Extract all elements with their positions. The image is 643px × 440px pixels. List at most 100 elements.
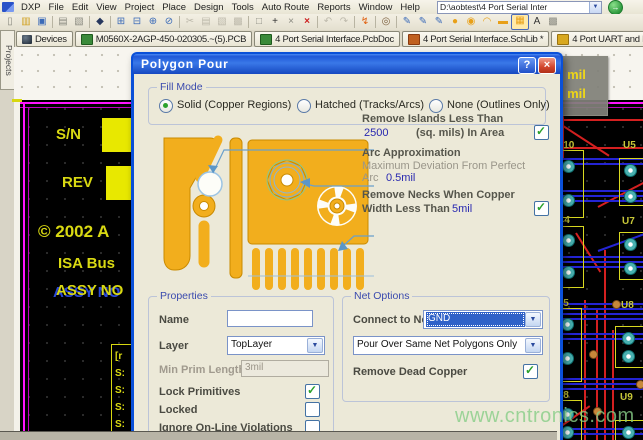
zoom-selection-icon[interactable]: ⊕ (145, 15, 161, 29)
radio-hatched-label: Hatched (Tracks/Arcs) (315, 99, 424, 111)
arc-deviation-value[interactable]: 0.5mil (386, 172, 415, 184)
menu-dxp[interactable]: DXP (17, 2, 45, 13)
paste-array-icon[interactable]: ▩ (230, 15, 246, 29)
tab-uart-drivers[interactable]: 4 Port UART and Line Drivers. (551, 31, 643, 47)
route-multiple-icon[interactable]: ✎ (431, 15, 447, 29)
radio-none[interactable] (429, 99, 443, 113)
place-pad-icon[interactable]: ● (447, 15, 463, 29)
connect-to-net-value: GND (426, 312, 525, 327)
pad (562, 160, 575, 173)
menu-help[interactable]: Help (396, 2, 424, 13)
pad (562, 194, 575, 207)
menu-tools[interactable]: Tools (228, 2, 258, 13)
document-path-value: D:\aobtest\4 Port Serial Inter (440, 2, 589, 12)
redo-icon[interactable]: ↷ (336, 15, 352, 29)
chevron-down-icon[interactable]: ▼ (307, 338, 323, 353)
place-via-icon[interactable]: ◉ (463, 15, 479, 29)
tab-pcb-document[interactable]: M0560X-2AGP-450-020305.~(5).PCB (75, 31, 252, 47)
tab-serial-pcbdoc[interactable]: 4 Port Serial Interface.PcbDoc (254, 31, 400, 47)
fit-area-icon[interactable]: ⊟ (129, 15, 145, 29)
remove-necks-value[interactable]: 5mil (452, 203, 472, 215)
route-differential-icon[interactable]: ✎ (415, 15, 431, 29)
trace-blue (557, 383, 643, 385)
tab-devices[interactable]: Devices (16, 31, 73, 47)
new-document-icon[interactable]: ▯ (2, 15, 18, 29)
paste-icon[interactable]: ▧ (214, 15, 230, 29)
tab-serial-schlib[interactable]: 4 Port Serial Interface.SchLib * (402, 31, 549, 47)
devices-icon (22, 35, 32, 44)
remove-islands-suffix: (sq. mils) In Area (416, 127, 504, 139)
close-button[interactable]: × (538, 57, 556, 74)
remove-islands-title: Remove Islands Less Than (362, 113, 503, 125)
dialog-title-bar[interactable]: Polygon Pour (133, 54, 561, 74)
radio-solid[interactable] (159, 99, 173, 113)
browse-components-icon[interactable]: ◆ (92, 15, 108, 29)
print-preview-icon[interactable]: ▧ (71, 15, 87, 29)
route-track-icon[interactable]: ✎ (399, 15, 415, 29)
locked-checkbox[interactable] (305, 402, 320, 417)
chevron-down-icon[interactable]: ▼ (525, 338, 541, 353)
pad (622, 350, 635, 363)
silkscreen-sn-label: S/N (56, 126, 81, 143)
select-area-icon[interactable]: □ (251, 15, 267, 29)
place-string-icon[interactable]: A (529, 15, 545, 29)
lock-primitives-checkbox[interactable] (305, 384, 320, 399)
board-edge-line (28, 107, 29, 431)
component-designator: U7 (622, 216, 635, 227)
open-document-icon[interactable]: ▥ (18, 15, 34, 29)
print-icon[interactable]: ▤ (55, 15, 71, 29)
pour-over-combo[interactable]: Pour Over Same Net Polygons Only ▼ (353, 336, 543, 355)
fit-document-icon[interactable]: ⊞ (113, 15, 129, 29)
layer-combo[interactable]: TopLayer ▼ (227, 336, 325, 355)
knowledge-center-icon[interactable]: → (608, 0, 623, 15)
find-similar-icon[interactable]: ◎ (378, 15, 394, 29)
tab-label: M0560X-2AGP-450-020305.~(5).PCB (96, 34, 246, 45)
menu-project[interactable]: Project (121, 2, 159, 13)
component-designator: U5 (623, 140, 636, 151)
place-fill-icon[interactable]: ▬ (495, 15, 511, 29)
menu-design[interactable]: Design (190, 2, 228, 13)
silkscreen-assy-label: ASSY NO (56, 282, 123, 299)
place-arc-icon[interactable]: ◠ (479, 15, 495, 29)
document-tab-bar: Devices M0560X-2AGP-450-020305.~(5).PCB … (14, 30, 643, 47)
remove-necks-checkbox[interactable] (534, 201, 549, 216)
clear-filter-icon[interactable]: × (299, 15, 315, 29)
menu-place[interactable]: Place (158, 2, 190, 13)
place-component-icon[interactable]: ▩ (545, 15, 561, 29)
cut-icon[interactable]: ✂ (182, 15, 198, 29)
panel-strip (0, 47, 14, 440)
deselect-icon[interactable]: × (283, 15, 299, 29)
document-path-combo[interactable]: D:\aobtest\4 Port Serial Inter ▼ (437, 1, 602, 14)
zoom-filter-icon[interactable]: ⊘ (161, 15, 177, 29)
remove-dead-copper-label: Remove Dead Copper (353, 366, 467, 378)
menu-window[interactable]: Window (355, 2, 397, 13)
pcb-file-icon (260, 34, 272, 45)
chevron-down-icon[interactable]: ▼ (589, 2, 601, 13)
move-selection-icon[interactable]: + (267, 15, 283, 29)
via (612, 300, 621, 309)
tab-label: 4 Port Serial Interface.SchLib * (423, 34, 543, 45)
help-button[interactable]: ? (518, 57, 536, 74)
silkscreen-copyright: © 2002 A (38, 222, 109, 242)
arc-approximation-prefix: Arc (362, 172, 379, 184)
projects-panel-tab[interactable]: Projects (0, 30, 15, 90)
interactive-routing-icon[interactable]: ↯ (357, 15, 373, 29)
connect-to-net-combo[interactable]: GND ▼ (423, 310, 543, 329)
remove-dead-copper-checkbox[interactable] (523, 364, 538, 379)
arc-approximation-title: Arc Approximation (362, 147, 461, 159)
remove-islands-value[interactable]: 2500 (364, 127, 388, 139)
copy-icon[interactable]: ▤ (198, 15, 214, 29)
place-polygon-icon[interactable]: ▦ (511, 14, 529, 30)
menu-view[interactable]: View (92, 2, 120, 13)
menu-auto-route[interactable]: Auto Route (258, 2, 314, 13)
radio-hatched[interactable] (297, 99, 311, 113)
menu-edit[interactable]: Edit (68, 2, 92, 13)
save-document-icon[interactable]: ▣ (34, 15, 50, 29)
name-input[interactable] (227, 310, 313, 327)
menu-file[interactable]: File (45, 2, 68, 13)
undo-icon[interactable]: ↶ (320, 15, 336, 29)
menu-reports[interactable]: Reports (313, 2, 354, 13)
chevron-down-icon[interactable]: ▼ (525, 312, 541, 327)
remove-islands-checkbox[interactable] (534, 125, 549, 140)
trace-red (557, 119, 643, 121)
